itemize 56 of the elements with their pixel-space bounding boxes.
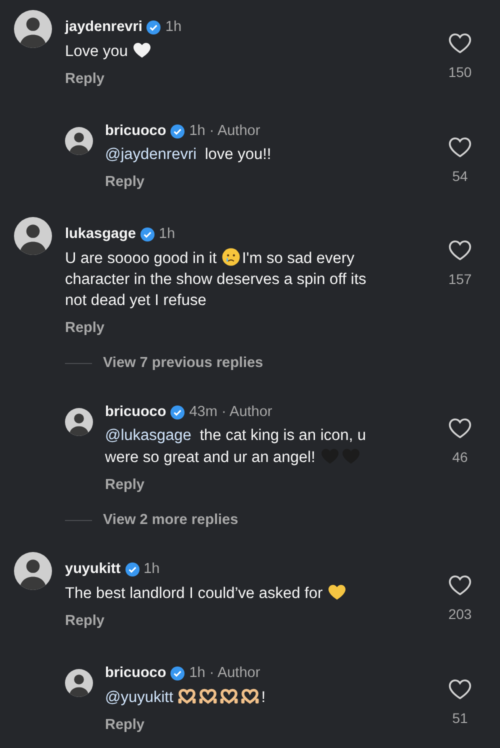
avatar[interactable]: [65, 669, 93, 697]
reply-link[interactable]: Reply: [65, 318, 104, 338]
like-count: 157: [448, 270, 472, 288]
like-icon[interactable]: [448, 135, 472, 159]
like-icon[interactable]: [448, 677, 472, 701]
comment-meta: 1h · Author: [189, 123, 260, 139]
comment-text: character in the show deserves a spin off its: [65, 271, 366, 288]
comment-text: !: [261, 689, 266, 706]
comment-text: the cat king is an icon, u: [198, 427, 366, 444]
like-icon[interactable]: [448, 238, 472, 262]
mention-link[interactable]: @yuyukitt: [105, 689, 174, 706]
username[interactable]: yuyukitt: [65, 561, 121, 577]
mention-link[interactable]: @lukasgage: [105, 427, 192, 444]
comment-text: The best landlord I could’ve asked for: [65, 585, 324, 602]
view-replies-link[interactable]: View 2 more replies: [103, 510, 238, 530]
like-icon[interactable]: [448, 31, 472, 55]
heart-hands-icon: [177, 686, 198, 706]
avatar[interactable]: [65, 127, 93, 155]
like-count: 150: [448, 63, 472, 81]
comment-meta: 1h: [165, 19, 182, 35]
comment-text: I'm so sad every: [242, 250, 354, 267]
like-count: 203: [448, 605, 472, 623]
crying-face-icon: [220, 247, 241, 267]
reply-link[interactable]: Reply: [65, 69, 104, 89]
username[interactable]: jaydenrevri: [65, 19, 142, 35]
username[interactable]: bricuoco: [105, 123, 166, 139]
heart-hands-icon: [198, 686, 218, 706]
comment-text: Love you: [65, 43, 129, 60]
avatar[interactable]: [65, 408, 93, 436]
like-count: 51: [452, 709, 468, 727]
heart-hands-icon: [219, 686, 240, 706]
comment-meta: 1h · Author: [189, 665, 260, 681]
comment-meta: 1h: [158, 226, 176, 242]
comment-meta: 43m · Author: [189, 404, 272, 420]
heart-hands-icon: [240, 686, 260, 706]
reply-link[interactable]: Reply: [105, 172, 144, 192]
view-replies-link[interactable]: View 7 previous replies: [103, 353, 264, 373]
like-icon[interactable]: [448, 416, 472, 440]
avatar[interactable]: [14, 217, 52, 255]
username[interactable]: lukasgage: [65, 226, 136, 242]
username[interactable]: bricuoco: [105, 665, 166, 681]
comment-text: were so great and ur an angel!: [105, 449, 316, 466]
reply-link[interactable]: Reply: [105, 475, 144, 495]
reply-link[interactable]: Reply: [105, 715, 144, 735]
comment-meta: 1h: [144, 561, 160, 577]
like-icon[interactable]: [448, 573, 472, 597]
avatar[interactable]: [14, 10, 52, 48]
avatar[interactable]: [14, 552, 52, 590]
username[interactable]: bricuoco: [105, 404, 166, 420]
reply-link[interactable]: Reply: [65, 611, 104, 631]
like-count: 46: [452, 448, 468, 466]
comment-text: U are soooo good in it: [65, 250, 218, 267]
comment-text: not dead yet I refuse: [65, 292, 206, 309]
comment-text: love you!!: [204, 146, 272, 163]
like-count: 54: [452, 167, 468, 185]
mention-link[interactable]: @jaydenrevri: [105, 146, 197, 163]
